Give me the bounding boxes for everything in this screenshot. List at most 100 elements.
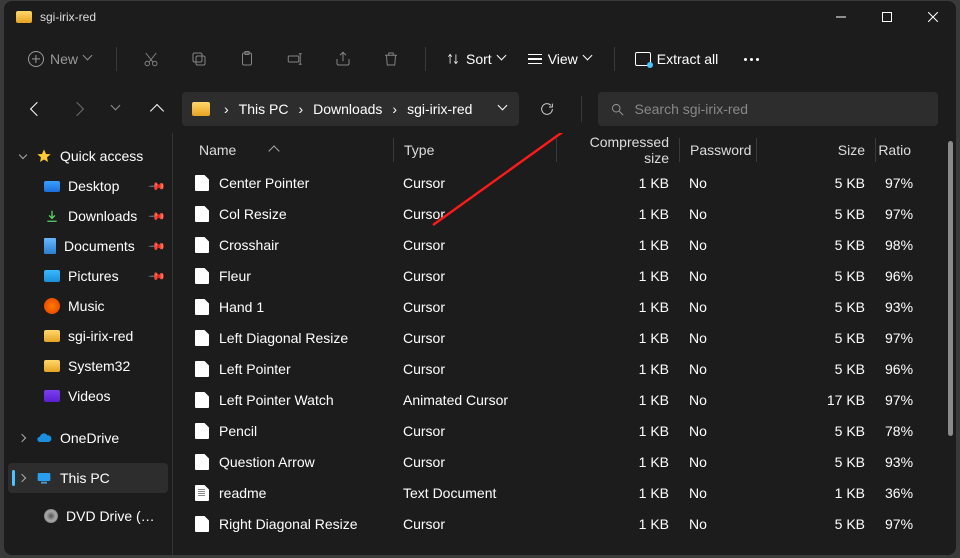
table-row[interactable]: readmeText Document1 KBNo1 KB36%: [173, 477, 956, 508]
sidebar-item-downloads[interactable]: Downloads 📌: [4, 201, 172, 231]
table-row[interactable]: Left Diagonal ResizeCursor1 KBNo5 KB97%: [173, 322, 956, 353]
sidebar-item-music[interactable]: Music: [4, 291, 172, 321]
column-header-size[interactable]: Size: [756, 138, 875, 162]
scrollbar[interactable]: [948, 139, 953, 549]
chevron-right-icon[interactable]: [18, 473, 28, 483]
chevron-right-icon[interactable]: [18, 433, 28, 443]
maximize-button[interactable]: [864, 1, 910, 33]
extract-label: Extract all: [657, 51, 718, 67]
file-password: No: [679, 392, 756, 408]
chevron-down-icon: [498, 54, 508, 64]
sidebar-item-system32[interactable]: System32: [4, 351, 172, 381]
copy-button[interactable]: [177, 41, 221, 77]
toolbar-separator: [614, 47, 615, 71]
column-header-csize[interactable]: Compressed size: [556, 138, 679, 162]
sidebar-item-sgi[interactable]: sgi-irix-red: [4, 321, 172, 351]
sort-button[interactable]: Sort: [438, 45, 516, 73]
address-bar[interactable]: › This PC › Downloads › sgi-irix-red: [182, 92, 519, 126]
rename-button[interactable]: [273, 41, 317, 77]
chevron-down-icon[interactable]: [499, 104, 509, 114]
column-header-password[interactable]: Password …: [679, 138, 756, 162]
extract-all-button[interactable]: Extract all: [627, 45, 726, 73]
table-row[interactable]: PencilCursor1 KBNo5 KB78%: [173, 415, 956, 446]
sidebar-item-quick-access[interactable]: Quick access: [4, 141, 172, 171]
more-icon: [744, 58, 759, 61]
breadcrumb-item[interactable]: Downloads: [313, 101, 382, 117]
delete-button[interactable]: [369, 41, 413, 77]
file-name: Col Resize: [219, 206, 287, 222]
table-row[interactable]: Center PointerCursor1 KBNo5 KB97%: [173, 167, 956, 198]
column-header-name[interactable]: Name: [173, 138, 393, 162]
file-size: 5 KB: [756, 237, 875, 253]
file-compressed-size: 1 KB: [556, 516, 679, 532]
sidebar-item-pictures[interactable]: Pictures 📌: [4, 261, 172, 291]
table-row[interactable]: Col ResizeCursor1 KBNo5 KB97%: [173, 198, 956, 229]
file-ratio: 97%: [875, 516, 921, 532]
sidebar-label: Pictures: [68, 268, 119, 284]
sidebar-item-thispc[interactable]: This PC: [8, 463, 168, 493]
more-button[interactable]: [736, 52, 767, 67]
close-button[interactable]: [910, 1, 956, 33]
sidebar-item-desktop[interactable]: Desktop 📌: [4, 171, 172, 201]
column-header-type[interactable]: Type: [393, 138, 556, 162]
sidebar-item-videos[interactable]: Videos: [4, 381, 172, 411]
pin-icon: 📌: [148, 177, 167, 196]
table-row[interactable]: CrosshairCursor1 KBNo5 KB98%: [173, 229, 956, 260]
file-name: Left Pointer: [219, 361, 291, 377]
titlebar[interactable]: sgi-irix-red: [4, 1, 956, 33]
chevron-down-icon[interactable]: [18, 151, 28, 161]
file-name: Center Pointer: [219, 175, 309, 191]
cut-button[interactable]: [129, 41, 173, 77]
table-row[interactable]: FleurCursor1 KBNo5 KB96%: [173, 260, 956, 291]
chevron-right-icon[interactable]: ›: [386, 101, 403, 117]
file-type: Cursor: [393, 516, 556, 532]
file-name: Fleur: [219, 268, 251, 284]
scroll-thumb[interactable]: [948, 141, 953, 436]
sidebar-item-onedrive[interactable]: OneDrive: [4, 423, 172, 453]
sidebar-item-dvd[interactable]: DVD Drive (D:) C…: [4, 501, 172, 531]
breadcrumb-item[interactable]: This PC: [239, 101, 289, 117]
pin-icon: 📌: [148, 237, 167, 256]
file-icon: [195, 485, 209, 501]
file-icon: [195, 299, 209, 315]
file-icon: [195, 206, 209, 222]
file-name: Hand 1: [219, 299, 264, 315]
chevron-right-icon[interactable]: ›: [292, 101, 309, 117]
sidebar-label: This PC: [60, 470, 110, 486]
forward-button[interactable]: [62, 94, 92, 124]
extract-icon: [635, 52, 651, 66]
dvd-icon: [44, 509, 58, 523]
chevron-down-icon: [84, 54, 94, 64]
recent-button[interactable]: [102, 94, 132, 124]
search-input[interactable]: Search sgi-irix-red: [598, 92, 939, 126]
file-name: Pencil: [219, 423, 257, 439]
window-title: sgi-irix-red: [40, 10, 96, 24]
minimize-button[interactable]: [818, 1, 864, 33]
paste-button[interactable]: [225, 41, 269, 77]
share-button[interactable]: [321, 41, 365, 77]
view-button[interactable]: View: [520, 45, 602, 73]
window-folder-icon: [16, 11, 32, 23]
pin-icon: 📌: [148, 267, 167, 286]
chevron-right-icon[interactable]: ›: [218, 101, 235, 117]
table-row[interactable]: Right Diagonal ResizeCursor1 KBNo5 KB97%: [173, 508, 956, 539]
music-icon: [44, 298, 60, 314]
up-button[interactable]: [142, 94, 172, 124]
videos-icon: [44, 390, 60, 402]
refresh-button[interactable]: [529, 101, 565, 117]
table-row[interactable]: Left Pointer WatchAnimated Cursor1 KBNo1…: [173, 384, 956, 415]
table-row[interactable]: Hand 1Cursor1 KBNo5 KB93%: [173, 291, 956, 322]
back-button[interactable]: [22, 94, 52, 124]
column-header-ratio[interactable]: Ratio: [875, 138, 921, 162]
toolbar-separator: [425, 47, 426, 71]
file-name: readme: [219, 485, 266, 501]
table-row[interactable]: Question ArrowCursor1 KBNo5 KB93%: [173, 446, 956, 477]
file-compressed-size: 1 KB: [556, 392, 679, 408]
sidebar-item-documents[interactable]: Documents 📌: [4, 231, 172, 261]
file-ratio: 97%: [875, 175, 921, 191]
file-name: Crosshair: [219, 237, 279, 253]
table-row[interactable]: Left PointerCursor1 KBNo5 KB96%: [173, 353, 956, 384]
new-button[interactable]: New: [18, 45, 104, 73]
sidebar-label: Quick access: [60, 148, 143, 164]
breadcrumb-item[interactable]: sgi-irix-red: [407, 101, 472, 117]
